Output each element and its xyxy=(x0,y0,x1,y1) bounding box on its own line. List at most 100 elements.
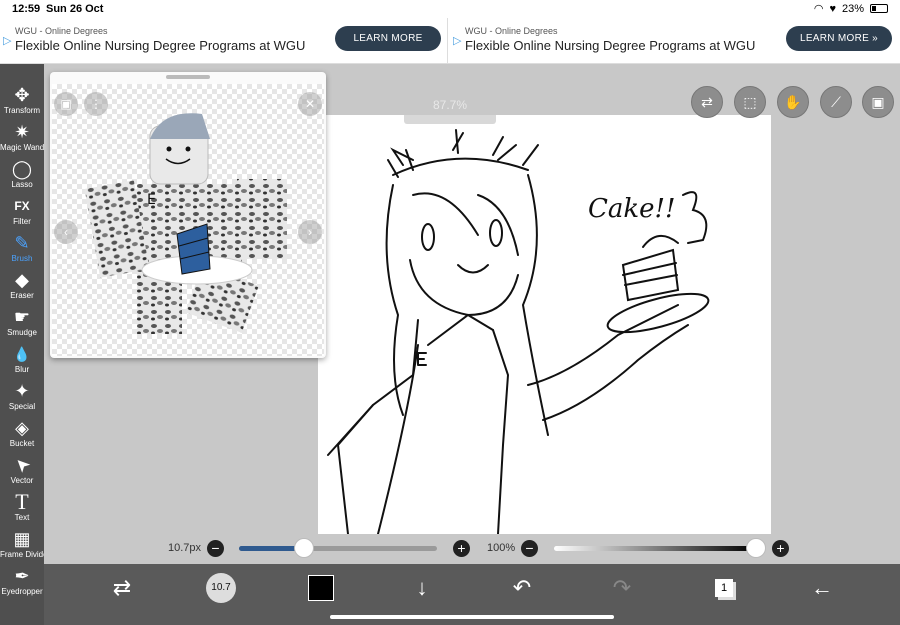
sketch-drawing: Cake!! xyxy=(327,129,710,534)
tool-label: Eraser xyxy=(10,291,34,300)
ad-choices-icon[interactable]: ▷ xyxy=(453,34,461,47)
tool-label: Special xyxy=(8,402,36,411)
fx-icon: FX xyxy=(14,199,30,213)
reference-image: E xyxy=(52,84,324,356)
tool-bucket[interactable]: ◈ Bucket xyxy=(0,417,44,453)
chevron-right-icon[interactable]: › xyxy=(298,220,322,244)
ruler-icon[interactable]: ⟋ xyxy=(820,86,852,118)
status-date: Sun 26 Oct xyxy=(46,3,104,15)
back-arrow-icon[interactable]: ← xyxy=(806,572,838,604)
svg-text:E: E xyxy=(147,192,156,208)
tool-sidebar: ✥ Transform ✷ Magic Wand ◯ Lasso FX Filter ✎… xyxy=(0,64,51,625)
undo-icon[interactable]: ↶ xyxy=(506,572,538,604)
brush-size-value: 10.7px xyxy=(168,542,202,554)
tool-magic-wand[interactable]: ✷ Magic Wand xyxy=(0,121,44,157)
brush-opacity-knob[interactable] xyxy=(746,538,766,558)
droplet-icon: 💧 xyxy=(13,346,31,362)
status-time: 12:59 xyxy=(12,3,41,15)
tool-label: Bucket xyxy=(9,439,35,448)
brush-size-increase-button[interactable]: + xyxy=(453,540,470,557)
tool-special[interactable]: ✦ Special xyxy=(0,380,44,416)
brush-icon: ✎ xyxy=(14,233,30,253)
smudge-icon: ☛ xyxy=(13,307,31,327)
brush-opacity-increase-button[interactable]: + xyxy=(772,540,789,557)
tool-label: Transform xyxy=(3,106,41,115)
arrow-down-icon[interactable]: ↓ xyxy=(406,572,438,604)
brush-opacity-decrease-button[interactable]: − xyxy=(521,540,538,557)
tool-label: Smudge xyxy=(7,328,37,337)
toggle-switch-icon[interactable]: ⇄ xyxy=(691,86,723,118)
tool-label: Brush xyxy=(11,254,33,263)
ad-headline[interactable]: Flexible Online Nursing Degree Programs … xyxy=(15,38,305,53)
color-swatch[interactable] xyxy=(308,575,334,601)
tool-eraser[interactable]: ◆ Eraser xyxy=(0,269,44,305)
ad-source: WGU - Online Degrees xyxy=(465,26,558,36)
tool-label: Lasso xyxy=(11,180,33,189)
status-bar: 12:59 Sun 26 Oct ◠ ♥ 23% xyxy=(0,0,900,18)
zoom-overlay: 87.7% xyxy=(404,86,496,124)
tool-eyedropper[interactable]: ✒ Eyedropper xyxy=(0,565,44,601)
more-options-icon[interactable]: ⋮ xyxy=(84,92,108,116)
brush-opacity-value: 100% xyxy=(487,542,516,554)
move-arrows-icon: ✥ xyxy=(14,85,30,105)
tool-transform[interactable]: ✥ Transform xyxy=(0,84,44,120)
tool-vector[interactable]: ➤ Vector xyxy=(0,453,44,490)
tool-label: Blur xyxy=(14,365,30,374)
chevron-left-icon[interactable]: ‹ xyxy=(54,220,78,244)
home-indicator xyxy=(330,615,614,619)
tool-brush[interactable]: ✎ Brush xyxy=(0,232,44,268)
swap-colors-icon[interactable]: ⇄ xyxy=(106,572,138,604)
close-icon[interactable]: ✕ xyxy=(298,92,322,116)
eyedropper-icon: ✒ xyxy=(14,566,30,586)
tool-filter[interactable]: FX Filter xyxy=(0,195,44,231)
learn-more-button[interactable]: LEARN MORE » xyxy=(786,26,892,51)
drag-handle[interactable] xyxy=(166,75,210,79)
bottom-toolbar: ⇄ 10.7 ↓ ↶ ↷ 1 ← xyxy=(44,564,900,625)
brush-size-slider[interactable] xyxy=(239,546,437,551)
brush-settings-row: 10.7px − + 100% − + xyxy=(44,534,900,564)
reference-panel[interactable]: E ▣ ⋮ ✕ ‹ › xyxy=(50,72,326,358)
wifi-icon: ◠ xyxy=(813,3,824,15)
brush-preview-size: 10.7 xyxy=(211,582,231,593)
reference-close-box-icon[interactable]: ▣ xyxy=(54,92,78,116)
sparkle-icon: ✦ xyxy=(14,381,30,401)
tool-smudge[interactable]: ☛ Smudge xyxy=(0,306,44,342)
layers-button[interactable]: 1 xyxy=(708,572,740,604)
tool-frame-divider[interactable]: ▦ Frame Divider xyxy=(0,528,51,564)
text-icon: T xyxy=(15,489,29,514)
tool-label: Frame Divider xyxy=(0,550,51,559)
tool-label: Eyedropper xyxy=(1,587,43,596)
brush-size-knob[interactable] xyxy=(294,538,315,558)
image-icon[interactable]: ▣ xyxy=(862,86,894,118)
ad-banner-right[interactable]: ▷ WGU - Online Degrees Flexible Online N… xyxy=(450,18,898,64)
brush-preview-button[interactable]: 10.7 xyxy=(206,573,236,603)
heart-icon: ♥ xyxy=(829,2,836,15)
tool-lasso[interactable]: ◯ Lasso xyxy=(0,158,44,194)
ad-source: WGU - Online Degrees xyxy=(15,26,108,36)
tool-label: Magic Wand xyxy=(0,143,45,152)
tool-label: Filter xyxy=(13,217,31,226)
hand-icon[interactable]: ✋ xyxy=(777,86,809,118)
learn-more-button[interactable]: LEARN MORE xyxy=(335,26,441,51)
frame-divider-icon: ▦ xyxy=(13,529,31,549)
selection-icon[interactable]: ⬚ xyxy=(734,86,766,118)
brush-opacity-slider[interactable] xyxy=(554,546,756,551)
ad-headline[interactable]: Flexible Online Nursing Degree Programs … xyxy=(465,38,755,53)
ad-banner-left[interactable]: ▷ WGU - Online Degrees Flexible Online N… xyxy=(0,18,448,64)
eraser-icon: ◆ xyxy=(15,270,29,290)
battery-icon xyxy=(870,4,888,13)
lasso-icon: ◯ xyxy=(11,159,33,179)
tool-label: Text xyxy=(14,513,30,522)
battery-percentage: 23% xyxy=(841,2,864,15)
ad-bar: ▷ WGU - Online Degrees Flexible Online N… xyxy=(0,18,900,64)
magic-wand-icon: ✷ xyxy=(14,122,30,142)
layers-count: 1 xyxy=(715,579,733,597)
bucket-icon: ◈ xyxy=(15,418,29,438)
tool-blur[interactable]: 💧 Blur xyxy=(0,343,44,379)
reference-character-image: E xyxy=(84,113,287,334)
tool-text[interactable]: T Text xyxy=(0,491,44,527)
drawing-canvas[interactable]: Cake!! xyxy=(318,115,771,534)
redo-icon[interactable]: ↷ xyxy=(606,572,638,604)
ad-choices-icon[interactable]: ▷ xyxy=(3,34,11,47)
brush-size-decrease-button[interactable]: − xyxy=(207,540,224,557)
